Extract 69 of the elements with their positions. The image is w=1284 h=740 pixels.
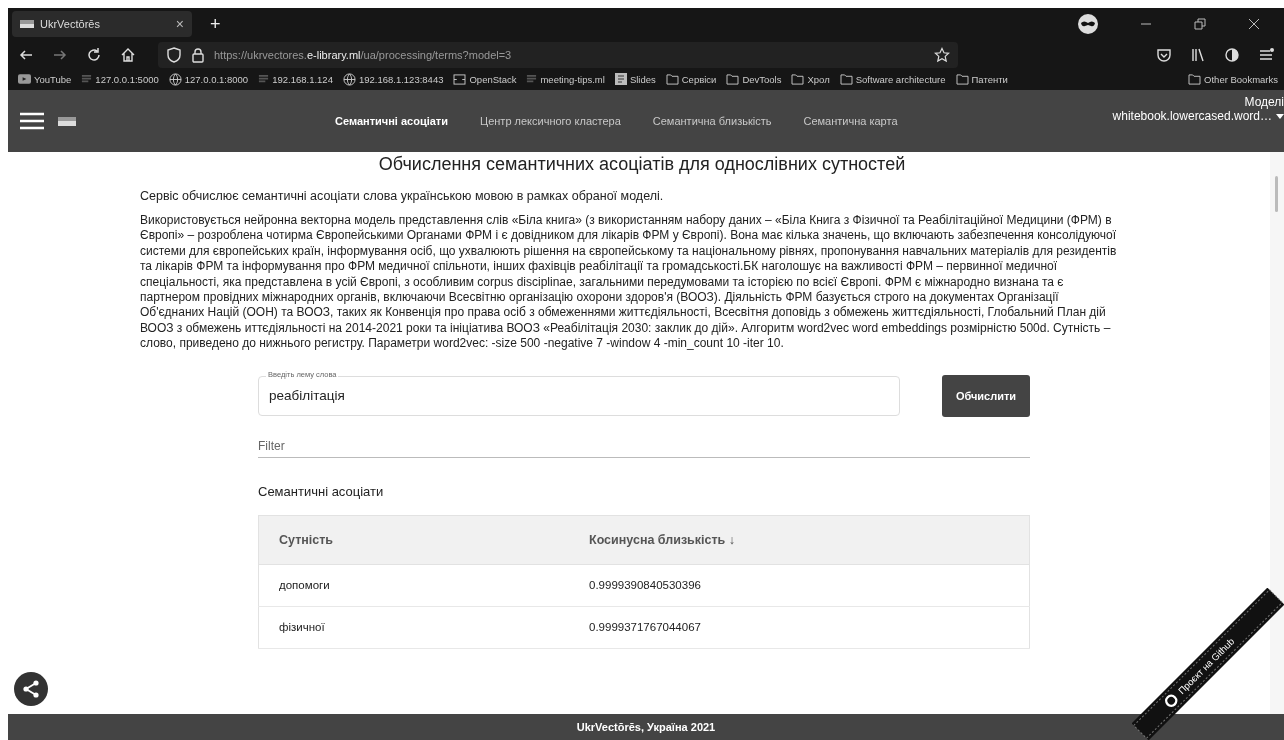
column-header[interactable]: Косинусна близькість ↓ [569, 515, 1030, 565]
bookmark[interactable]: Хрол [791, 73, 830, 85]
bookmark[interactable]: 127.0.0.1:8000 [168, 72, 249, 86]
bookmark[interactable]: YouTube [18, 73, 72, 85]
table-cell: фізичної [258, 606, 569, 649]
nav-tab[interactable]: Семантична карта [787, 115, 914, 127]
folder-icon [1188, 73, 1202, 85]
other-bookmarks[interactable]: Other Bookmarks [1188, 73, 1278, 85]
close-icon[interactable]: × [175, 16, 184, 32]
bookmark[interactable]: DevTools [726, 73, 782, 85]
model-label: Моделі [1244, 95, 1284, 109]
browser-tab[interactable]: UkrVectōrēs × [12, 11, 192, 37]
share-icon [21, 679, 41, 699]
tab-title: UkrVectōrēs [40, 18, 101, 30]
restore-icon[interactable] [1194, 18, 1206, 30]
intro-text: Сервіс обчислює семантичні асоціати слова українською мовою в рамках обраної моделі. [140, 189, 665, 203]
page-title: Обчислення семантичних асоціатів для однослівних сутностей [377, 154, 907, 175]
model-dropdown[interactable]: whitebook.lowercased.word… [1112, 109, 1284, 123]
mask-icon [1078, 14, 1098, 34]
new-tab-button[interactable]: + [210, 13, 221, 35]
bookmark[interactable]: Software architecture [839, 73, 946, 85]
nav-tab[interactable]: Семантична близькість [636, 115, 788, 127]
slides-icon [614, 73, 627, 85]
folder-icon [726, 73, 740, 85]
address-bar[interactable]: https://ukrvectores.e-library.ml/ua/processing/terms?model=3 [158, 42, 958, 68]
compute-button[interactable]: Обчислити [942, 374, 1030, 417]
bookmark[interactable]: 192.168.1.124 [258, 73, 333, 85]
video-icon [18, 74, 31, 84]
globe-icon [342, 72, 356, 86]
bookmark[interactable]: OpenStack [453, 73, 517, 85]
folder-icon [791, 73, 805, 85]
bookmark[interactable]: 192.168.1.123:8443 [342, 72, 444, 86]
table-cell: 0.9999371767044067 [569, 606, 1030, 649]
nav-tab[interactable]: Семантичні асоціати [319, 115, 464, 127]
star-icon[interactable] [934, 47, 950, 63]
pocket-icon[interactable] [1156, 47, 1172, 63]
reload-icon[interactable] [86, 47, 102, 63]
flag-icon [58, 116, 76, 126]
shield-icon [166, 47, 182, 63]
folder-icon [839, 73, 853, 85]
caret-icon [1276, 113, 1284, 119]
page-icon [526, 73, 538, 85]
folder-icon [955, 73, 969, 85]
page-icon [258, 73, 270, 85]
folder-icon [665, 73, 679, 85]
contrast-icon[interactable] [1224, 47, 1240, 63]
globe-icon [168, 72, 182, 86]
page-icon [81, 73, 93, 85]
bookmark[interactable]: Slides [614, 73, 656, 85]
nav-tab[interactable]: Центр лексичного кластера [464, 115, 637, 127]
menu-icon[interactable] [20, 112, 44, 130]
share-button[interactable] [14, 672, 48, 706]
description-text: Використовується нейронна векторна модель представлення слів «Біла книга» (з використанням набору даних – «Біла Книга з Фізичної та Реабілітаційної Медицини (ФРМ) в Європі» – розроблена чотирма Європейськими Органами ФРМ і є довідником для лікарів ФРМ у Європі). Вона має кілька значень, що включають забезпечення консолідуючої системи для європейських країн, інформування осіб, що ухвалюють рішення на європейському та національному рівнях, пропонування навчальних матеріалів для резидентів та лікарів ФРМ та інформування про ФРМ медичної спільноти, інших фахівців реабілітації та громадськості.БК наголошує на важливості ФРМ – первинної медичної спеціальності, яка представлена в усій Європі, з особливим corpus disciplinae, загальними передумовами та історією по всієї Європі. ФРМ є міжнародно визнана та є партнером провідних міжнародних органів, включаючи Всесвітню організацію охорони здоров'я (ВООЗ). Діяльність ФРМ базується строго на документах Організації Об'єднаних Націй (ООН) та ВООЗ, таких як Конвенція про права осіб з обмеженнями життєдіяльності, Всесвітня доповідь з обмежень життєдіяльності, Глобальний План дій ВООЗ з обмежень иттєдіяльності на 2014-2021 роки та ініціатива ВООЗ «Реабілітація 2030: заклик до дій». Алгоритм word2vec word embeddings розмірністю 500d. Сутність – слово, приведено до нижнього регистру. Параметри word2vec: -size 500 -negative 7 -window 4 -min_count 10 -iter 10. [140, 213, 1118, 352]
lock-icon [190, 47, 206, 63]
table-cell: допомоги [258, 564, 569, 607]
menu-icon[interactable] [1258, 47, 1274, 63]
section-title: Семантичні асоціати [258, 483, 385, 499]
home-icon[interactable] [120, 47, 136, 63]
bookmark[interactable]: 127.0.0.1:5000 [81, 73, 159, 85]
library-icon[interactable] [1190, 47, 1206, 63]
url-text: https://ukrvectores.e-library.ml/ua/processing/terms?model=3 [214, 49, 512, 61]
table-cell: 0.9999390840530396 [569, 564, 1030, 607]
bookmark[interactable]: Патенти [955, 73, 1008, 85]
flag-icon [20, 20, 34, 28]
footer-text: UkrVectōrēs, Україна 2021 [576, 721, 716, 733]
close-icon[interactable] [1248, 18, 1260, 30]
column-header[interactable]: Сутність [258, 515, 569, 565]
bookmark[interactable]: meeting-tips.ml [526, 73, 605, 85]
bookmark[interactable]: Сервіси [665, 73, 717, 85]
